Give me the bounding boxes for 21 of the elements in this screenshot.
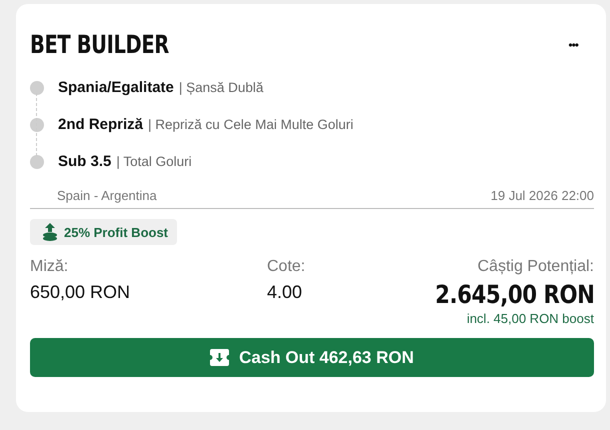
odds-label: Cote:: [267, 258, 306, 276]
selection-pick: 2nd Repriză: [58, 116, 144, 133]
selection-pick: Spania/Egalitate: [58, 79, 174, 96]
stake-label: Miză:: [30, 258, 68, 276]
coin-stack-icon: [42, 223, 58, 241]
boost-note: incl. 45,00 RON boost: [466, 311, 594, 326]
more-button[interactable]: •••: [568, 38, 594, 52]
boost-badge: 25% Profit Boost: [30, 219, 178, 245]
cash-out-button[interactable]: Cash Out 462,63 RON: [30, 338, 594, 377]
event-name: Spain - Argentina: [57, 188, 157, 203]
selection-market: | Total Goluri: [116, 154, 192, 169]
selection-pick: Sub 3.5: [58, 153, 112, 170]
card-title: BET BUILDER: [30, 30, 169, 59]
payout-label: Câștig Potențial:: [477, 258, 594, 276]
stake-value: 650,00 RON: [30, 282, 130, 303]
selection-market: | Repriză cu Cele Mai Multe Goluri: [148, 117, 354, 132]
ticket-icon: [210, 349, 230, 366]
payout-value: 2.645,00 RON: [434, 280, 594, 309]
event-date: 19 Jul 2026 22:00: [490, 188, 594, 203]
selection-market: | Șansă Dublă: [178, 80, 264, 95]
odds-value: 4.00: [267, 282, 302, 303]
